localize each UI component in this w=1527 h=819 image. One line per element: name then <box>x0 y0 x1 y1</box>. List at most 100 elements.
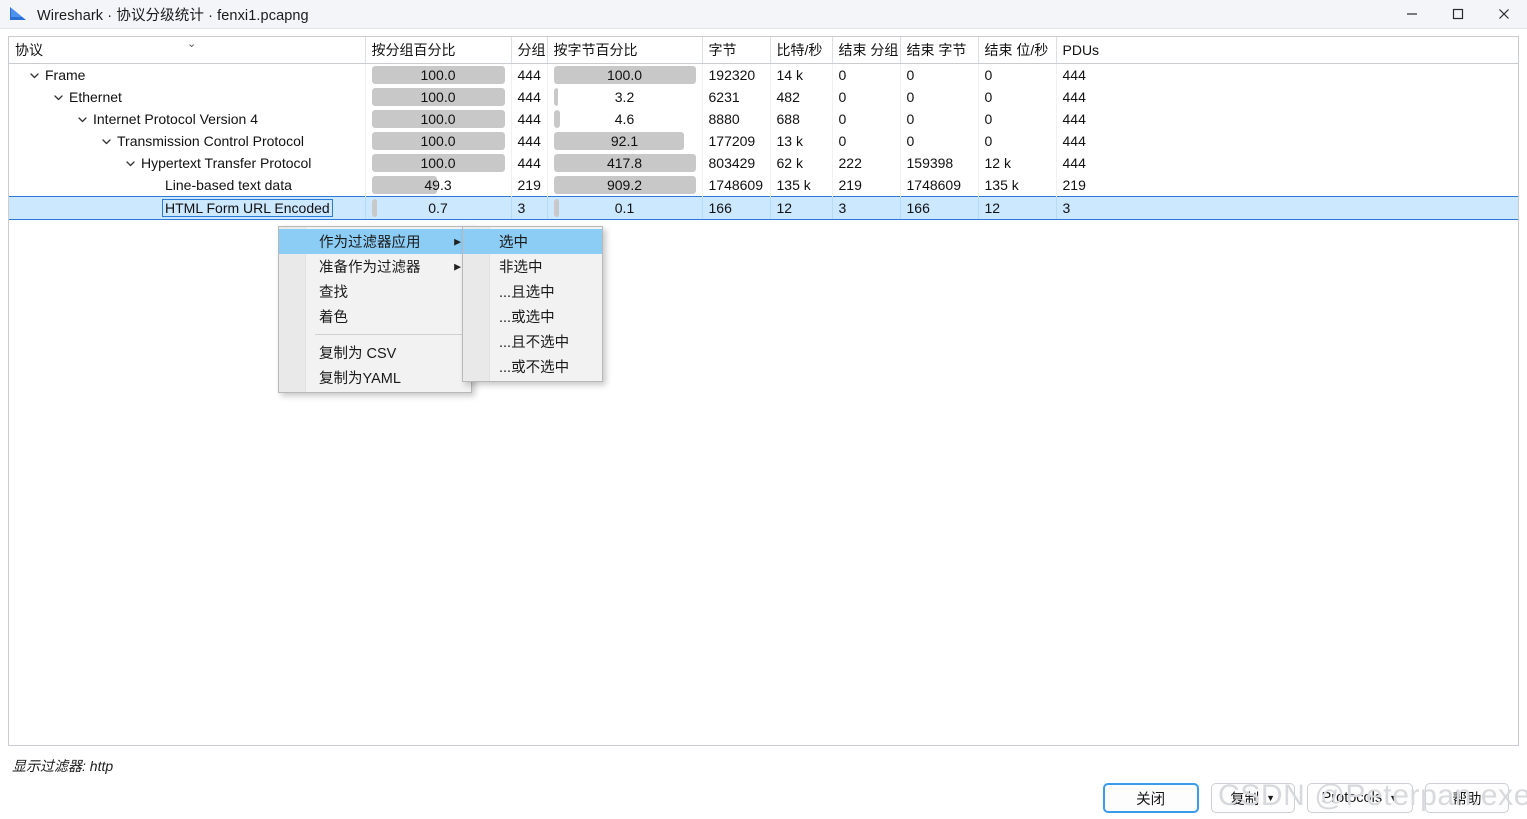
cell-end-bits-per-sec: 135 k <box>978 174 1057 197</box>
cell-percent-packets: 49.3 <box>365 174 512 197</box>
expand-collapse-chevron-icon[interactable] <box>27 70 41 81</box>
cell-packets: 444 <box>511 130 548 152</box>
table-row[interactable]: Internet Protocol Version 4 100.0 444 4.6 88… <box>9 108 1518 130</box>
table-row[interactable]: Ethernet 100.0 444 3.2 6231 482 0 0 0 444 <box>9 86 1518 108</box>
submenu-item-label: ...或选中 <box>499 310 555 326</box>
cell-bits-per-sec: 12 <box>770 196 833 220</box>
cell-end-packets: 3 <box>832 196 901 220</box>
submenu-item[interactable]: 非选中 <box>463 254 602 279</box>
wireshark-logo-icon <box>10 5 28 23</box>
table-row[interactable]: Hypertext Transfer Protocol 100.0 444 417.8… <box>9 152 1518 174</box>
protocol-name: Hypertext Transfer Protocol <box>141 155 312 171</box>
minimize-button[interactable] <box>1389 0 1435 28</box>
cell-protocol[interactable]: Hypertext Transfer Protocol <box>9 152 366 174</box>
cell-end-bits-per-sec: 0 <box>978 86 1057 108</box>
menu-item[interactable]: 作为过滤器应用 ▶ <box>279 229 471 254</box>
menu-item[interactable]: 准备作为过滤器 ▶ <box>279 254 471 279</box>
expand-collapse-chevron-icon[interactable] <box>123 158 137 169</box>
submenu-arrow-icon: ▶ <box>454 261 461 271</box>
cell-end-bytes: 166 <box>900 196 979 220</box>
cell-end-bytes: 0 <box>900 108 979 130</box>
cell-end-bytes: 0 <box>900 63 979 86</box>
column-header-end_bits_per_sec[interactable]: 结束 位/秒 <box>978 37 1057 64</box>
table-row[interactable]: Line-based text data 49.3 219 909.2 1748609 1… <box>9 174 1518 197</box>
column-header-end_packets[interactable]: 结束 分组 <box>832 37 901 64</box>
submenu-item[interactable]: ...或不选中 <box>463 354 602 379</box>
copy-button[interactable]: 复制 ▼ <box>1210 783 1295 813</box>
cell-protocol[interactable]: Frame <box>9 63 366 86</box>
submenu-item[interactable]: ...且选中 <box>463 279 602 304</box>
cell-bytes: 177209 <box>702 130 771 152</box>
submenu-item[interactable]: 选中 <box>463 229 602 254</box>
percentage-value: 100.0 <box>420 67 456 83</box>
column-header-protocol[interactable]: 协议 ⌄ <box>9 37 366 64</box>
column-header-bytes[interactable]: 字节 <box>702 37 771 64</box>
table-row[interactable]: Frame 100.0 444 100.0 192320 14 k 0 0 0 444 <box>9 63 1518 86</box>
close-window-button[interactable] <box>1481 0 1527 28</box>
cell-percent-packets: 100.0 <box>365 86 512 108</box>
cell-protocol[interactable]: Transmission Control Protocol <box>9 130 366 152</box>
percentage-value: 909.2 <box>606 177 643 193</box>
column-header-end_bytes[interactable]: 结束 字节 <box>900 37 979 64</box>
cell-protocol[interactable]: HTML Form URL Encoded <box>9 196 366 220</box>
help-button[interactable]: 帮助 <box>1425 783 1509 813</box>
submenu-item[interactable]: ...且不选中 <box>463 329 602 354</box>
cell-percent-packets: 100.0 <box>365 130 512 152</box>
submenu-item-label: 选中 <box>499 235 528 251</box>
close-button[interactable]: 关闭 <box>1102 783 1199 813</box>
window-title: Wireshark · 协议分级统计 · fenxi1.pcapng <box>37 7 309 24</box>
cell-bytes: 166 <box>702 196 771 220</box>
cell-end-bytes: 0 <box>900 130 979 152</box>
cell-percent-bytes: 417.8 <box>547 152 703 174</box>
cell-bits-per-sec: 135 k <box>770 174 833 197</box>
menu-item-label: 着色 <box>319 310 348 326</box>
dialog-button-bar: 关闭 复制 ▼ Protocols ▼ 帮助 <box>0 777 1527 819</box>
expand-collapse-chevron-icon[interactable] <box>51 92 65 103</box>
cell-pdus: 219 <box>1062 177 1086 193</box>
submenu-item[interactable]: ...或选中 <box>463 304 602 329</box>
expand-collapse-chevron-icon[interactable] <box>75 114 89 125</box>
cell-end-bits-per-sec: 0 <box>978 63 1057 86</box>
menu-item[interactable]: 复制为YAML <box>279 365 471 390</box>
maximize-button[interactable] <box>1435 0 1481 28</box>
cell-bits-per-sec: 482 <box>770 86 833 108</box>
cell-protocol[interactable]: Line-based text data <box>9 174 366 197</box>
column-header-label: 字节 <box>708 42 737 58</box>
cell-bytes: 803429 <box>702 152 771 174</box>
expand-collapse-chevron-icon[interactable] <box>99 136 113 147</box>
percentage-value: 417.8 <box>606 155 643 171</box>
cell-percent-bytes: 0.1 <box>547 196 703 220</box>
window-controls <box>1389 0 1527 28</box>
column-header-percent_bytes[interactable]: 按字节百分比 <box>547 37 703 64</box>
cell-packets: 444 <box>511 152 548 174</box>
protocol-hierarchy-panel: 协议 ⌄ 按分组百分比 分组 按字节百分比 字节 比特/秒 结束 分组 结束 字节 结束 位/秒 P… <box>8 36 1519 746</box>
protocol-name: Line-based text data <box>165 177 292 193</box>
cell-packets: 444 <box>511 63 548 86</box>
cell-protocol[interactable]: Ethernet <box>9 86 366 108</box>
chevron-down-icon: ▼ <box>1389 792 1398 803</box>
table-row[interactable]: HTML Form URL Encoded 0.7 3 0.1 166 12 3 166 12 3 <box>9 196 1518 220</box>
menu-item[interactable]: 复制为 CSV <box>279 340 471 365</box>
cell-packets: 444 <box>511 108 548 130</box>
column-header-bits_per_sec[interactable]: 比特/秒 <box>770 37 833 64</box>
column-header-label: 分组 <box>517 42 546 58</box>
column-header-pdus[interactable]: PDUs <box>1056 37 1518 64</box>
column-header-label: 按分组百分比 <box>371 42 456 58</box>
menu-item[interactable]: 着色 <box>279 304 471 329</box>
cell-bytes: 6231 <box>702 86 771 108</box>
percentage-value: 100.0 <box>420 133 456 149</box>
column-header-label: 比特/秒 <box>776 42 823 58</box>
column-header-packets[interactable]: 分组 <box>511 37 548 64</box>
window-titlebar: Wireshark · 协议分级统计 · fenxi1.pcapng <box>0 0 1527 29</box>
cell-end-bits-per-sec: 12 <box>978 196 1057 220</box>
table-row[interactable]: Transmission Control Protocol 100.0 444 92.… <box>9 130 1518 152</box>
cell-bits-per-sec: 688 <box>770 108 833 130</box>
menu-item[interactable]: 查找 <box>279 279 471 304</box>
menu-item-label: 作为过滤器应用 <box>319 235 421 251</box>
column-header-label: PDUs <box>1062 42 1100 58</box>
column-header-percent_packets[interactable]: 按分组百分比 <box>365 37 512 64</box>
cell-end-packets: 0 <box>832 130 901 152</box>
protocols-button[interactable]: Protocols ▼ <box>1306 783 1413 813</box>
cell-protocol[interactable]: Internet Protocol Version 4 <box>9 108 366 130</box>
protocols-button-label: Protocols <box>1321 790 1383 806</box>
